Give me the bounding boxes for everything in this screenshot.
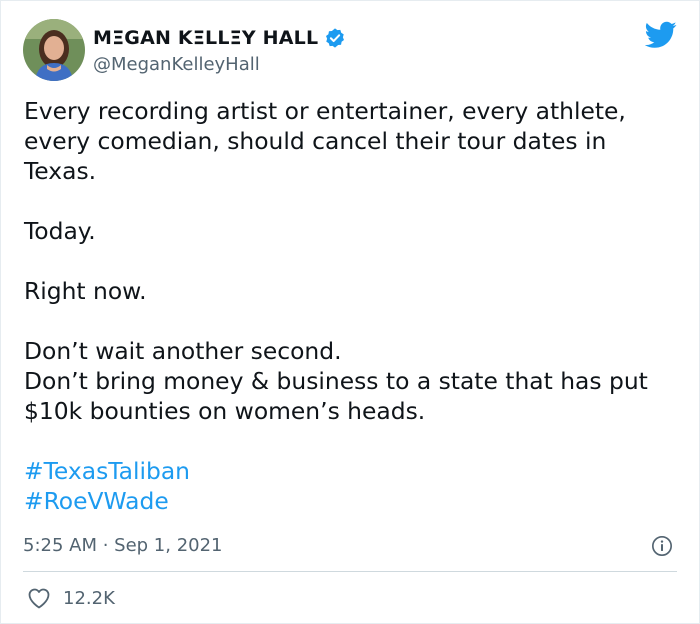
author-display-name[interactable]: MΞGAN KΞLLΞY HALL [93,27,346,49]
author-name-text[interactable]: MΞGAN KΞLLΞY HALL [93,27,318,49]
author-handle[interactable]: @MeganKelleyHall [93,54,260,75]
verified-badge-icon [326,28,345,48]
like-count: 12.2K [63,587,115,609]
tweet-card: MΞGAN KΞLLΞY HALL @MeganKelleyHall Every… [0,0,700,624]
tweet-paragraph-2: Today. [24,217,96,245]
hashtag-link[interactable]: #TexasTaliban [24,456,674,486]
tweet-paragraph-4: Don’t wait another second. Don’t bring m… [24,337,648,425]
heart-icon[interactable] [27,587,51,609]
tweet-timestamp[interactable]: 5:25 AM · Sep 1, 2021 [23,535,223,556]
twitter-bird-icon[interactable] [645,21,677,49]
tweet-paragraph-3: Right now. [24,277,147,305]
hashtag-link[interactable]: #RoeVWade [24,486,674,516]
avatar[interactable] [23,19,85,81]
divider [23,571,677,572]
info-icon[interactable] [651,535,673,557]
like-action[interactable]: 12.2K [27,587,115,609]
tweet-body: Every recording artist or entertainer, e… [24,96,674,516]
tweet-paragraph-1: Every recording artist or entertainer, e… [24,97,626,185]
